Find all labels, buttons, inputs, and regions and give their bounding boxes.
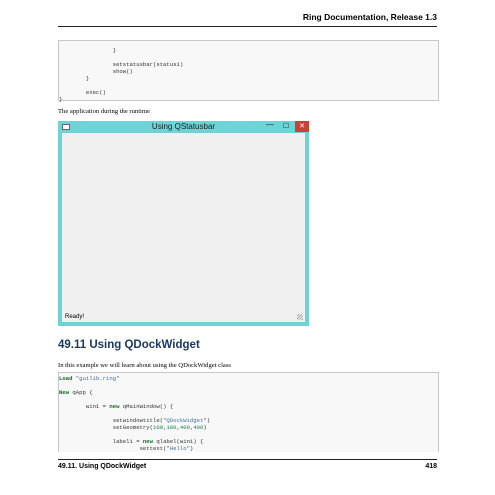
keyword: New [59, 389, 70, 396]
keyword: new [142, 438, 153, 445]
code-line: settext("Hello") [59, 445, 194, 452]
code-block-bottom: Load "guilib.ring" New qApp { win1 = new… [58, 372, 439, 452]
number-literal: 100 [153, 424, 164, 431]
code-line: } [59, 96, 63, 103]
code-block-top: } setstatusbar(status1) show() } exec() … [58, 40, 439, 103]
code-text: qApp { [69, 389, 93, 396]
section-heading: 49.11 Using QDockWidget [58, 339, 200, 351]
client-area: Ready! [62, 133, 305, 322]
app-window: Using QStatusbar — ☐ ✕ Ready! [58, 121, 309, 326]
number-literal: 100 [166, 424, 177, 431]
code-text: qlabel(win1) { [153, 438, 204, 445]
code-line: win1 = new qMainWindow() { [59, 403, 173, 410]
minimize-button[interactable]: — [263, 121, 277, 132]
runtime-caption: The application during the runtime [58, 108, 150, 115]
code-text: win1 = [59, 403, 110, 410]
keyword: Load [59, 375, 73, 382]
code-text: setwindowtitle( [59, 417, 164, 424]
number-literal: 400 [193, 424, 204, 431]
code-text: ) [203, 424, 207, 431]
code-line: Load "guilib.ring" [59, 375, 119, 382]
code-line: setwindowtitle("QDockWidget") [59, 417, 210, 424]
number-literal: 400 [179, 424, 190, 431]
header-rule [58, 26, 437, 27]
footer-section-title: 49.11. Using QDockWidget [58, 463, 147, 470]
code-line: exec() [59, 89, 106, 96]
title-bar[interactable]: Using QStatusbar — ☐ ✕ [58, 121, 309, 133]
size-grip[interactable] [297, 314, 303, 320]
string-literal: "Hello" [166, 445, 190, 452]
code-line: } [59, 47, 117, 54]
code-line: setstatusbar(status1) [59, 61, 184, 68]
section-intro: In this example we will learn about usin… [58, 362, 231, 369]
close-icon: ✕ [299, 123, 305, 130]
string-literal: "guilib.ring" [75, 375, 120, 382]
code-text: settext( [59, 445, 167, 452]
code-line: } [59, 75, 90, 82]
code-line: show() [59, 68, 133, 75]
maximize-button[interactable]: ☐ [279, 121, 293, 132]
code-text: qMainWindow() { [119, 403, 174, 410]
code-text: label1 = [59, 438, 143, 445]
close-button[interactable]: ✕ [295, 121, 309, 132]
code-line: New qApp { [59, 389, 93, 396]
page-number: 418 [425, 463, 437, 470]
status-bar-text: Ready! [65, 314, 85, 320]
code-line: setGeometry(100,100,400,400) [59, 424, 207, 431]
keyword: new [109, 403, 120, 410]
footer-rule [58, 459, 437, 460]
page-header-title: Ring Documentation, Release 1.3 [302, 12, 437, 22]
string-literal: "QDockWidget" [163, 417, 207, 424]
code-text: setGeometry( [59, 424, 153, 431]
code-text: ) [206, 417, 211, 424]
code-text: ) [189, 445, 194, 452]
code-line: label1 = new qlabel(win1) { [59, 438, 204, 445]
